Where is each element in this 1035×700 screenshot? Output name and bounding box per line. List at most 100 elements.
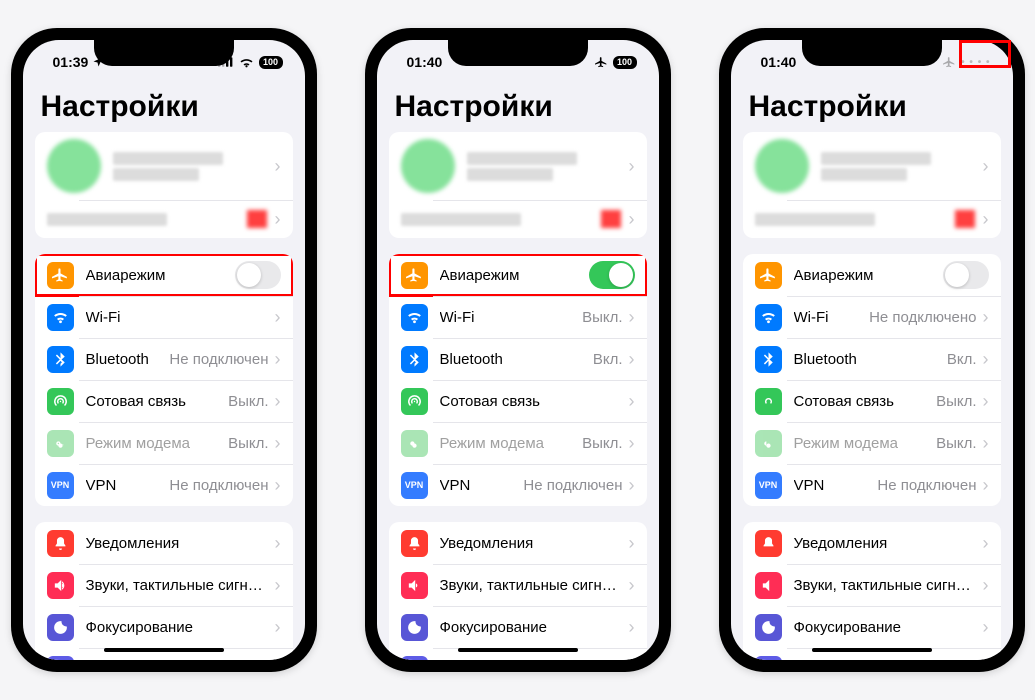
airplane-mode-row[interactable]: Авиарежим <box>743 254 1001 296</box>
airplane-toggle[interactable] <box>943 261 989 289</box>
row-label: Уведомления <box>440 535 625 552</box>
update-badge <box>601 210 621 228</box>
bluetooth-row[interactable]: BluetoothВкл.› <box>389 338 647 380</box>
notch <box>802 40 942 66</box>
hotspot-row[interactable]: Режим модема Выкл. › <box>35 422 293 464</box>
focus-row[interactable]: Фокусирование› <box>389 606 647 648</box>
chevron-icon: › <box>629 475 635 496</box>
chevron-icon: › <box>983 156 989 177</box>
profile-sub-row[interactable]: › <box>389 200 647 238</box>
bluetooth-row[interactable]: Bluetooth Не подключен › <box>35 338 293 380</box>
cellular-icon <box>401 388 428 415</box>
airplane-status-icon <box>943 56 956 69</box>
hotspot-icon <box>755 430 782 457</box>
moon-icon <box>401 614 428 641</box>
chevron-icon: › <box>629 209 635 230</box>
airplane-toggle[interactable] <box>589 261 635 289</box>
row-label: Режим модема <box>86 435 229 452</box>
profile-row[interactable]: › <box>35 132 293 200</box>
chevron-icon: › <box>629 575 635 596</box>
chevron-icon: › <box>983 533 989 554</box>
home-indicator[interactable] <box>458 648 578 652</box>
sounds-row[interactable]: Звуки, тактильные сигналы › <box>35 564 293 606</box>
cellular-icon <box>47 388 74 415</box>
row-label: Авиарежим <box>794 267 943 284</box>
row-value: Выкл. <box>936 393 976 410</box>
row-label: Авиарежим <box>86 267 235 284</box>
row-label: Авиарежим <box>440 267 589 284</box>
row-value: Не подключен <box>523 477 622 494</box>
moon-icon <box>755 614 782 641</box>
row-label: Фокусирование <box>794 619 979 636</box>
chevron-icon: › <box>983 307 989 328</box>
avatar <box>755 139 809 193</box>
profile-group: › › <box>389 132 647 238</box>
notifications-row[interactable]: Уведомления› <box>389 522 647 564</box>
chevron-icon: › <box>275 433 281 454</box>
wifi-icon <box>755 304 782 331</box>
chevron-icon: › <box>629 391 635 412</box>
row-label: Фокусирование <box>440 619 625 636</box>
cellular-row[interactable]: Сотовая связь Выкл. › <box>35 380 293 422</box>
chevron-icon: › <box>983 349 989 370</box>
airplane-mode-row[interactable]: Авиарежим <box>35 254 293 296</box>
wifi-row[interactable]: Wi-Fi › <box>35 296 293 338</box>
wifi-icon <box>401 304 428 331</box>
hotspot-row[interactable]: Режим модемаВыкл.› <box>743 422 1001 464</box>
notifications-group: Уведомления› Звуки, тактильные сигналы› … <box>389 522 647 660</box>
row-label: Режим модема <box>440 435 583 452</box>
profile-sub-row[interactable]: › <box>743 200 1001 238</box>
row-label: VPN <box>440 477 524 494</box>
phone-frame-1: 01:39 100 Настройки › <box>11 28 317 672</box>
page-title: Настройки <box>23 84 305 132</box>
cellular-row[interactable]: Сотовая связьВыкл.› <box>743 380 1001 422</box>
connectivity-group: Авиарежим Wi-FiНе подключено› BluetoothВ… <box>743 254 1001 506</box>
chevron-icon: › <box>275 156 281 177</box>
wifi-row[interactable]: Wi-FiВыкл.› <box>389 296 647 338</box>
airplane-mode-row[interactable]: Авиарежим <box>389 254 647 296</box>
chevron-icon: › <box>629 617 635 638</box>
chevron-icon: › <box>629 349 635 370</box>
airplane-toggle[interactable] <box>235 261 281 289</box>
notifications-row[interactable]: Уведомления› <box>743 522 1001 564</box>
vpn-row[interactable]: VPN VPN Не подключен › <box>35 464 293 506</box>
bell-icon <box>401 530 428 557</box>
notifications-row[interactable]: Уведомления › <box>35 522 293 564</box>
home-indicator[interactable] <box>812 648 932 652</box>
chevron-icon: › <box>275 575 281 596</box>
row-label: Wi-Fi <box>440 309 583 326</box>
home-indicator[interactable] <box>104 648 224 652</box>
profile-row[interactable]: › <box>389 132 647 200</box>
profile-row[interactable]: › <box>743 132 1001 200</box>
chevron-icon: › <box>983 659 989 661</box>
chevron-icon: › <box>983 433 989 454</box>
row-label: VPN <box>794 477 878 494</box>
row-value: Выкл. <box>228 435 268 452</box>
chevron-icon: › <box>629 307 635 328</box>
chevron-icon: › <box>275 209 281 230</box>
focus-row[interactable]: Фокусирование› <box>743 606 1001 648</box>
wifi-row[interactable]: Wi-FiНе подключено› <box>743 296 1001 338</box>
bell-icon <box>47 530 74 557</box>
chevron-icon: › <box>275 533 281 554</box>
cellular-row[interactable]: Сотовая связь› <box>389 380 647 422</box>
focus-row[interactable]: Фокусирование › <box>35 606 293 648</box>
bluetooth-row[interactable]: BluetoothВкл.› <box>743 338 1001 380</box>
screen: 01:40 • • • • Настройки › › <box>731 40 1013 660</box>
row-label: Сотовая связь <box>794 393 937 410</box>
wifi-icon <box>47 304 74 331</box>
airplane-status-icon <box>595 56 608 69</box>
chevron-icon: › <box>629 659 635 661</box>
profile-sub-row[interactable]: › <box>35 200 293 238</box>
profile-sub-blurred <box>47 210 247 229</box>
sounds-row[interactable]: Звуки, тактильные сигналы› <box>743 564 1001 606</box>
vpn-row[interactable]: VPNVPNНе подключен› <box>389 464 647 506</box>
hotspot-row[interactable]: Режим модемаВыкл.› <box>389 422 647 464</box>
status-time: 01:40 <box>761 54 797 70</box>
sounds-row[interactable]: Звуки, тактильные сигналы› <box>389 564 647 606</box>
chevron-icon: › <box>275 659 281 661</box>
vpn-text-icon: VPN <box>401 472 428 499</box>
vpn-row[interactable]: VPNVPNНе подключен› <box>743 464 1001 506</box>
chevron-icon: › <box>629 533 635 554</box>
notch <box>94 40 234 66</box>
